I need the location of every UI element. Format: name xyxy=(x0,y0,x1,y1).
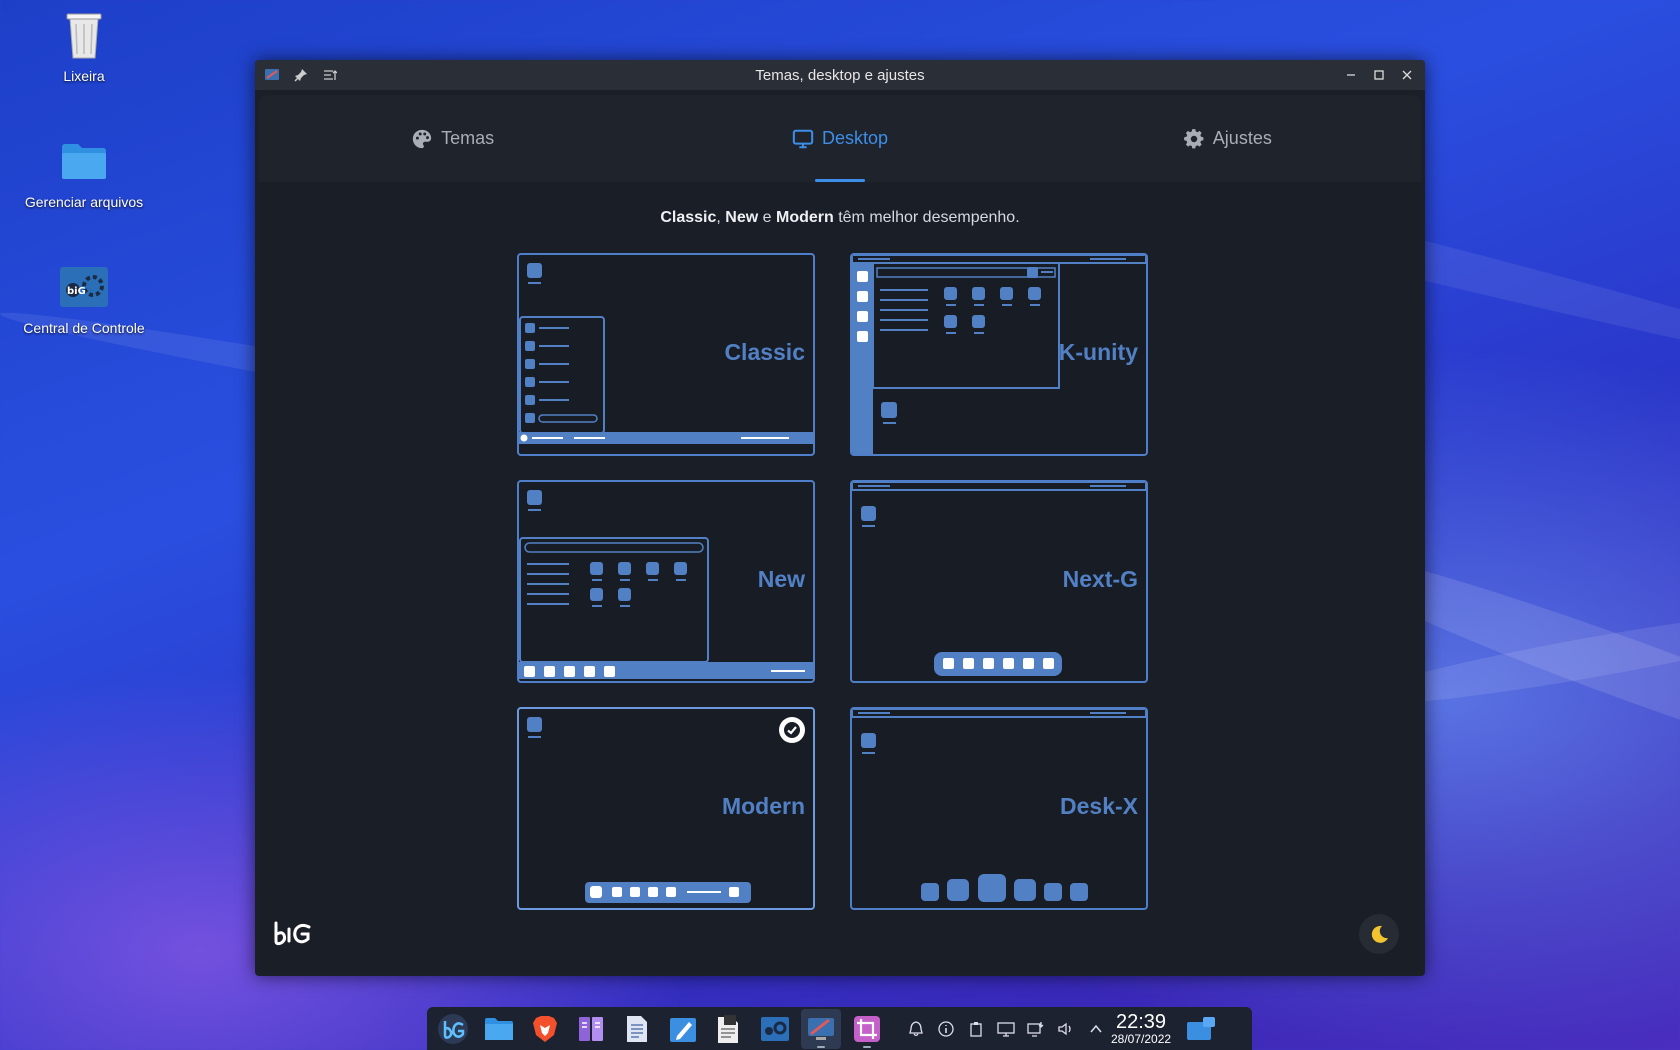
display-icon[interactable] xyxy=(997,1020,1015,1038)
crop-screenshot-icon xyxy=(854,1015,880,1042)
layout-name: K-unity xyxy=(1058,338,1138,365)
taskbar-app-editor[interactable] xyxy=(663,1009,703,1049)
text-document-icon xyxy=(627,1015,647,1042)
notice-highlight: Classic xyxy=(660,209,717,226)
big-logo-icon xyxy=(274,921,311,946)
info-icon[interactable] xyxy=(937,1020,955,1038)
layout-card-new[interactable]: New xyxy=(517,480,815,683)
moon-icon xyxy=(1371,925,1388,943)
title-bar[interactable]: Temas, desktop e ajustes xyxy=(255,60,1425,90)
tab-themes[interactable]: Temas xyxy=(259,95,646,182)
taskbar-app-documents[interactable] xyxy=(617,1009,657,1049)
tab-desktop[interactable]: Desktop xyxy=(646,95,1033,182)
office-document-icon xyxy=(718,1014,738,1043)
desktop-icon-trash[interactable]: Lixeira xyxy=(4,8,164,84)
desktop-icon-control-center[interactable]: biG Central de Controle xyxy=(4,260,164,336)
control-center-icon xyxy=(761,1016,789,1041)
tab-label: Temas xyxy=(441,128,495,148)
monitor-icon xyxy=(792,129,814,148)
taskbar-app-menu[interactable] xyxy=(433,1009,473,1049)
chevron-up-icon[interactable] xyxy=(1087,1020,1105,1038)
document-compare-icon xyxy=(579,1016,603,1041)
tab-label: Ajustes xyxy=(1212,128,1272,148)
layout-card-next-g[interactable]: Next-G xyxy=(850,480,1148,683)
folder-icon xyxy=(57,134,111,188)
performance-notice: Classic, New e Modern têm melhor desempe… xyxy=(259,209,1421,227)
layout-name: New xyxy=(757,565,805,592)
layout-name: Modern xyxy=(721,792,805,819)
big-launcher-icon xyxy=(438,1013,468,1044)
layout-name: Next-G xyxy=(1062,565,1138,592)
taskbar-app-files[interactable] xyxy=(479,1009,519,1049)
themes-app-icon xyxy=(808,1017,834,1040)
layout-name: Desk-X xyxy=(1060,792,1138,819)
window-content: Temas Desktop Ajustes Classic, New e Mod… xyxy=(259,95,1421,972)
desktop-icon-file-manager[interactable]: Gerenciar arquivos xyxy=(4,134,164,210)
palette-icon xyxy=(412,129,432,148)
taskbar-app-compare[interactable] xyxy=(571,1009,611,1049)
close-button[interactable] xyxy=(1399,67,1415,83)
selected-check-icon xyxy=(779,717,805,743)
brave-browser-icon xyxy=(533,1015,557,1042)
taskbar-app-control-center[interactable] xyxy=(755,1009,795,1049)
tab-label: Desktop xyxy=(821,128,889,148)
clock[interactable]: 22:39 28/07/2022 xyxy=(1111,1012,1171,1046)
clipboard-icon[interactable] xyxy=(967,1020,985,1038)
minimize-button[interactable] xyxy=(1343,67,1359,83)
layout-card-classic[interactable]: Classic xyxy=(517,253,815,456)
folder-icon xyxy=(485,1017,513,1040)
taskbar-app-office[interactable] xyxy=(709,1009,749,1049)
trash-icon xyxy=(57,8,111,62)
clock-time: 22:39 xyxy=(1116,1010,1167,1033)
svg-text:biG: biG xyxy=(67,286,86,297)
volume-icon[interactable] xyxy=(1057,1020,1075,1038)
big-logo xyxy=(273,917,315,954)
gear-icon xyxy=(1183,128,1204,148)
taskbar-app-screenshot[interactable] xyxy=(847,1009,887,1049)
notice-text: têm melhor desempenho. xyxy=(833,209,1020,226)
network-icon[interactable] xyxy=(1027,1020,1045,1038)
pin-icon[interactable] xyxy=(293,67,309,83)
layout-card-k-unity[interactable]: K-unity xyxy=(850,253,1148,456)
layout-card-desk-x[interactable]: Desk-X xyxy=(850,707,1148,910)
layout-name: Classic xyxy=(724,338,805,365)
show-desktop-button[interactable] xyxy=(1181,1009,1221,1049)
control-center-icon: biG xyxy=(57,260,111,314)
taskbar-app-brave[interactable] xyxy=(525,1009,565,1049)
maximize-button[interactable] xyxy=(1371,67,1387,83)
clock-date: 28/07/2022 xyxy=(1111,1031,1172,1046)
taskbar: 22:39 28/07/2022 xyxy=(427,1007,1252,1050)
settings-window: Temas, desktop e ajustes Temas Desktop A… xyxy=(255,60,1425,976)
dark-mode-toggle[interactable] xyxy=(1359,914,1399,954)
app-icon[interactable] xyxy=(264,67,280,83)
tab-settings[interactable]: Ajustes xyxy=(1034,95,1421,182)
text-editor-icon xyxy=(670,1017,696,1042)
notice-highlight: New xyxy=(725,209,759,226)
show-desktop-icon xyxy=(1187,1016,1216,1040)
layout-card-modern[interactable]: Modern xyxy=(517,707,815,910)
notice-text: e xyxy=(758,209,776,226)
taskbar-app-themes[interactable] xyxy=(801,1008,841,1049)
window-title: Temas, desktop e ajustes xyxy=(755,66,925,84)
system-tray xyxy=(907,1020,1105,1038)
tab-bar: Temas Desktop Ajustes xyxy=(259,95,1421,182)
layout-grid: Classic K-unity New Next-G Modern Desk-X xyxy=(517,253,1148,910)
notice-highlight: Modern xyxy=(775,209,834,226)
notice-text: , xyxy=(716,209,726,226)
desktop-icon-label: Gerenciar arquivos xyxy=(24,194,144,210)
desktop-icon-label: Central de Controle xyxy=(23,320,145,336)
notifications-icon[interactable] xyxy=(907,1020,925,1038)
desktop-icon-label: Lixeira xyxy=(63,68,105,84)
window-menu-icon[interactable] xyxy=(322,67,338,83)
